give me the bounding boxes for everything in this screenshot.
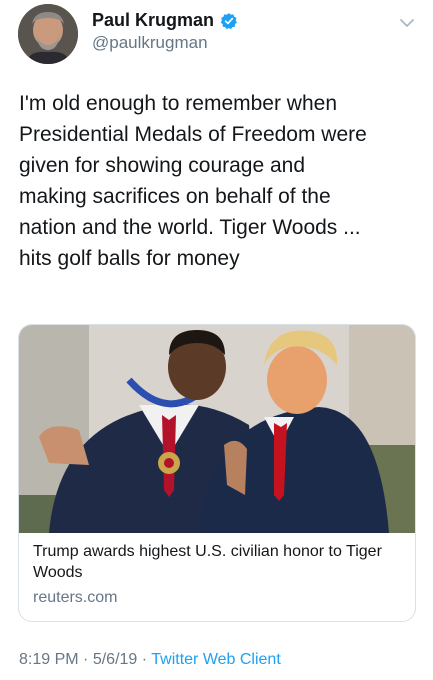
tweet-source-link[interactable]: Twitter Web Client	[151, 651, 281, 668]
card-title[interactable]: Trump awards highest U.S. civilian honor…	[33, 541, 403, 583]
display-name[interactable]: Paul Krugman	[92, 10, 214, 31]
verified-badge-icon	[220, 12, 238, 30]
tweet-date[interactable]: 5/6/19	[93, 651, 137, 668]
card-domain: reuters.com	[33, 589, 118, 606]
tweet-meta: 8:19 PM · 5/6/19 · Twitter Web Client	[19, 651, 281, 669]
meta-separator: ·	[83, 651, 89, 668]
meta-separator: ·	[141, 651, 148, 668]
avatar-photo	[18, 4, 78, 64]
author-handle[interactable]: @paulkrugman	[92, 33, 208, 53]
link-card[interactable]: Trump awards highest U.S. civilian honor…	[18, 324, 416, 622]
avatar[interactable]	[18, 4, 78, 64]
tweet-text: I'm old enough to remember when Presiden…	[19, 92, 367, 270]
card-image[interactable]	[19, 325, 415, 533]
author-name-row[interactable]: Paul Krugman	[92, 10, 238, 31]
tweet-time[interactable]: 8:19 PM	[19, 651, 79, 668]
chevron-down-icon[interactable]	[398, 16, 416, 30]
